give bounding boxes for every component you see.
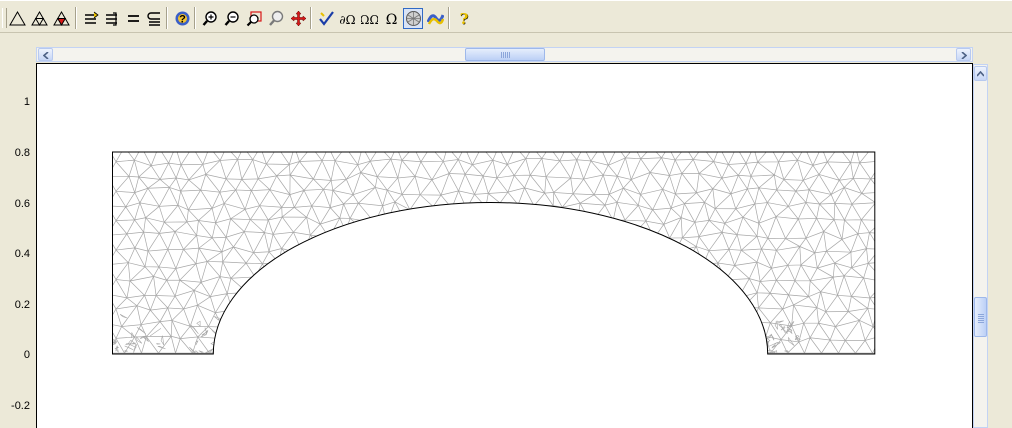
right-margin xyxy=(988,33,1012,428)
help-eye-icon: ? xyxy=(175,11,190,26)
equals-icon-button[interactable] xyxy=(123,8,143,29)
equals-icon xyxy=(128,15,139,22)
help-icon: ?? xyxy=(460,10,470,27)
omega-icon-button[interactable]: Ω xyxy=(381,8,401,29)
y-tick-label: 0 xyxy=(23,349,30,361)
mesh-plot-canvas[interactable] xyxy=(37,64,972,428)
subset-equals-icon-button[interactable] xyxy=(144,8,164,29)
plot-icon-button[interactable] xyxy=(425,8,445,29)
scroll-left-button[interactable] xyxy=(38,48,53,61)
mesh-mode-icon xyxy=(406,11,421,26)
vertical-scroll-thumb[interactable] xyxy=(974,297,987,337)
chevron-left-icon xyxy=(43,52,49,59)
help-eye-icon-button[interactable]: ? xyxy=(172,8,192,29)
geometry-plot-area[interactable] xyxy=(36,63,973,428)
y-tick-label: 1 xyxy=(23,96,30,108)
chevron-right-icon xyxy=(961,52,967,59)
vertical-scrollbar[interactable] xyxy=(973,64,988,428)
svg-text:?: ? xyxy=(460,10,469,27)
refine-triangle-icon-button[interactable] xyxy=(51,8,71,29)
y-axis-tick-labels: 1 0.8 0.6 0.4 0.2 0 -0.2 xyxy=(0,0,36,428)
zoom-in-icon-button[interactable] xyxy=(200,8,220,29)
toolbar-separator xyxy=(75,7,77,29)
plot-icon xyxy=(427,14,444,25)
horizontal-scrollbar[interactable] xyxy=(36,47,973,62)
mesh-triangles xyxy=(112,152,875,354)
zoom-out-icon-button[interactable] xyxy=(222,8,242,29)
main-toolbar: ? ∂Ω ΩΩ Ω?? xyxy=(0,0,1012,33)
split-rows-icon-button[interactable] xyxy=(102,8,122,29)
svg-text:ΩΩ: ΩΩ xyxy=(361,13,378,27)
check-icon xyxy=(319,11,334,26)
scroll-up-button[interactable] xyxy=(974,66,987,81)
y-tick-label: 0.6 xyxy=(14,198,30,210)
pan-icon-button[interactable] xyxy=(288,8,308,29)
delta-omega-icon: ∂Ω xyxy=(339,13,355,27)
y-tick-label: 0.2 xyxy=(14,299,30,311)
help-icon-button[interactable]: ?? xyxy=(454,8,474,29)
subset-equals-icon xyxy=(147,12,160,26)
zoom-in-icon xyxy=(202,11,217,26)
mesh-edges xyxy=(112,152,875,354)
mesh-mode-icon-button[interactable] xyxy=(403,8,423,29)
toolbar-separator xyxy=(166,7,168,29)
omega-icon: Ω xyxy=(386,12,398,27)
refine-triangle-icon xyxy=(53,10,70,26)
pan-icon xyxy=(290,10,307,27)
toolbar-separator xyxy=(310,7,312,29)
toolbar-separator xyxy=(448,7,450,29)
y-tick-label: 0.4 xyxy=(14,248,30,260)
scroll-grip xyxy=(501,52,511,58)
svg-text:?: ? xyxy=(179,14,186,26)
zoom-window-icon-button[interactable] xyxy=(244,8,264,29)
zoom-window-icon xyxy=(246,11,262,27)
omega-omega-icon: ΩΩ xyxy=(361,13,378,27)
split-rows-icon xyxy=(106,12,117,26)
zoom-extents-icon xyxy=(269,10,284,26)
y-tick-label: -0.2 xyxy=(11,400,30,412)
scroll-right-button[interactable] xyxy=(956,48,971,61)
svg-text:∂Ω: ∂Ω xyxy=(339,13,355,27)
swap-rows-icon-button[interactable] xyxy=(81,8,101,29)
delta-omega-icon-button[interactable]: ∂Ω xyxy=(337,8,357,29)
y-tick-label: 0.8 xyxy=(14,147,30,159)
domain-boundary[interactable] xyxy=(112,151,876,355)
check-icon-button[interactable] xyxy=(316,8,336,29)
toolbar-top-line xyxy=(0,0,1012,1)
swap-rows-icon xyxy=(85,11,99,24)
scroll-grip xyxy=(978,313,984,323)
zoom-out-icon xyxy=(224,11,239,26)
omega-omega-icon-button[interactable]: ΩΩ xyxy=(359,8,379,29)
chevron-up-icon xyxy=(977,71,984,77)
horizontal-scroll-thumb[interactable] xyxy=(465,48,545,61)
toolbar-separator xyxy=(194,7,196,29)
zoom-extents-icon-button[interactable] xyxy=(266,8,286,29)
svg-text:Ω: Ω xyxy=(386,12,398,27)
